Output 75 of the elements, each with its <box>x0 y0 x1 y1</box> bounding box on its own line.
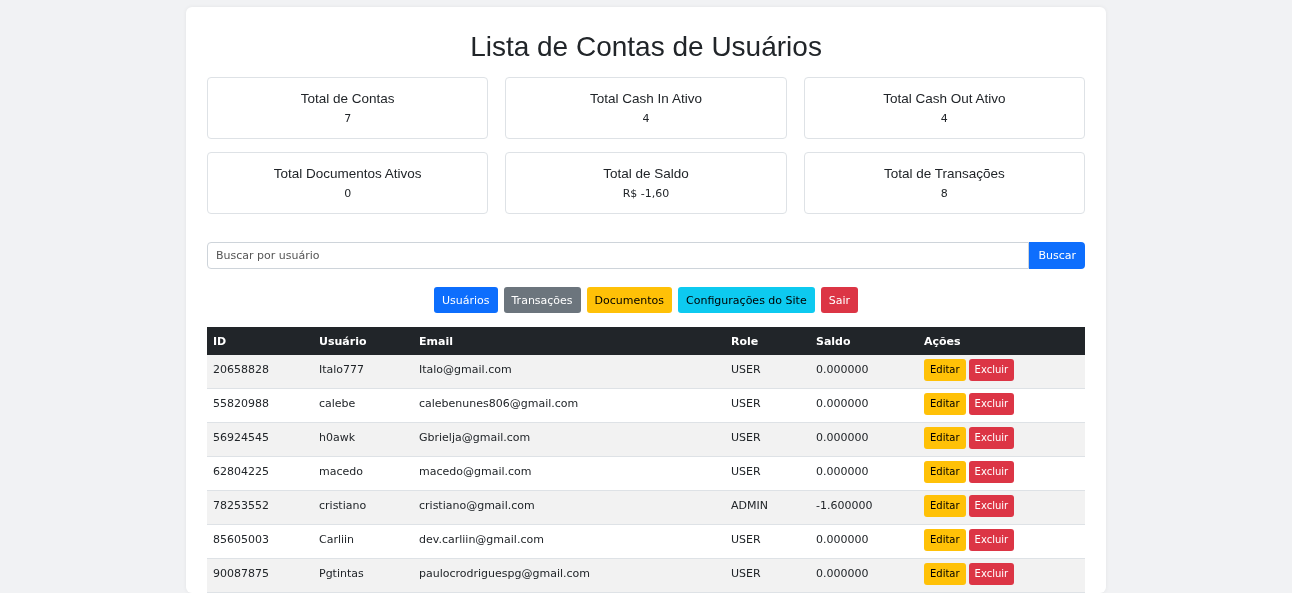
stat-value: 0 <box>344 187 352 200</box>
edit-button[interactable]: Editar <box>924 358 966 381</box>
delete-button[interactable]: Excluir <box>968 426 1015 449</box>
table-cell: Carliin <box>313 524 413 559</box>
table-cell: -1.600000 <box>810 490 918 525</box>
table-cell: 0.000000 <box>810 524 918 559</box>
table-cell: paulocrodriguespg@gmail.com <box>413 558 725 593</box>
stat-value: 4 <box>642 112 650 125</box>
delete-button[interactable]: Excluir <box>968 494 1015 517</box>
table-cell: ADMIN <box>725 490 810 525</box>
page-title: Lista de Contas de Usuários <box>469 31 823 63</box>
nav-button[interactable]: Transações <box>503 287 581 313</box>
table-cell: Gbrielja@gmail.com <box>413 422 725 457</box>
table-cell: h0awk <box>313 422 413 457</box>
nav-button[interactable]: Configurações do Site <box>678 287 815 313</box>
table-cell: calebe <box>313 388 413 423</box>
table-cell: 0.000000 <box>810 558 918 593</box>
edit-button[interactable]: Editar <box>924 528 966 551</box>
search-field[interactable]: Buscar por usuário <box>207 242 1030 269</box>
column-header: ID <box>207 327 313 355</box>
column-header: Ações <box>918 327 1085 355</box>
stat-value: 7 <box>344 112 352 125</box>
table-cell: 0.000000 <box>810 422 918 457</box>
table-cell: 0.000000 <box>810 355 918 389</box>
stat-value: R$ -1,60 <box>622 187 670 200</box>
nav-button[interactable]: Usuários <box>433 287 498 313</box>
table-cell: USER <box>725 558 810 593</box>
delete-button[interactable]: Excluir <box>968 358 1015 381</box>
column-header: Saldo <box>810 327 918 355</box>
stat-label: Total de Saldo <box>603 166 689 181</box>
table-cell: macedo <box>313 456 413 491</box>
stat-label: Total Documentos Ativos <box>273 166 422 181</box>
search-button[interactable]: Buscar <box>1029 242 1085 269</box>
stat-value: 4 <box>940 112 948 125</box>
table-cell: 55820988 <box>207 388 313 423</box>
table-cell: 0.000000 <box>810 388 918 423</box>
edit-button[interactable]: Editar <box>924 392 966 415</box>
delete-button[interactable]: Excluir <box>968 528 1015 551</box>
table-cell: 56924545 <box>207 422 313 457</box>
table-cell: 78253552 <box>207 490 313 525</box>
nav-button[interactable]: Sair <box>820 287 858 313</box>
table-cell: USER <box>725 524 810 559</box>
table-cell: macedo@gmail.com <box>413 456 725 491</box>
nav-button[interactable]: Documentos <box>586 287 673 313</box>
table-cell: dev.carliin@gmail.com <box>413 524 725 559</box>
table-cell: 90087875 <box>207 558 313 593</box>
table-cell: Pgtintas <box>313 558 413 593</box>
table-cell: Italo777 <box>313 355 413 389</box>
table-cell: calebenunes806@gmail.com <box>413 388 725 423</box>
edit-button[interactable]: Editar <box>924 460 966 483</box>
column-header: Usuário <box>313 327 413 355</box>
delete-button[interactable]: Excluir <box>968 562 1015 585</box>
table-cell: 62804225 <box>207 456 313 491</box>
table-cell: USER <box>725 355 810 389</box>
column-header: Role <box>725 327 810 355</box>
table-cell: 20658828 <box>207 355 313 389</box>
stat-label: Total Cash In Ativo <box>590 91 702 106</box>
table-cell: USER <box>725 422 810 457</box>
stat-label: Total Cash Out Ativo <box>883 91 1006 106</box>
edit-button[interactable]: Editar <box>924 426 966 449</box>
column-header: Email <box>413 327 725 355</box>
table-cell: USER <box>725 456 810 491</box>
delete-button[interactable]: Excluir <box>968 460 1015 483</box>
table-cell: cristiano <box>313 490 413 525</box>
edit-button[interactable]: Editar <box>924 494 966 517</box>
stat-value: 8 <box>940 187 948 200</box>
stat-label: Total de Transações <box>883 166 1005 181</box>
table-cell: 85605003 <box>207 524 313 559</box>
stat-label: Total de Contas <box>300 91 395 106</box>
table-cell: USER <box>725 388 810 423</box>
table-cell: Italo@gmail.com <box>413 355 725 389</box>
table-cell: 0.000000 <box>810 456 918 491</box>
table-cell: cristiano@gmail.com <box>413 490 725 525</box>
edit-button[interactable]: Editar <box>924 562 966 585</box>
delete-button[interactable]: Excluir <box>968 392 1015 415</box>
